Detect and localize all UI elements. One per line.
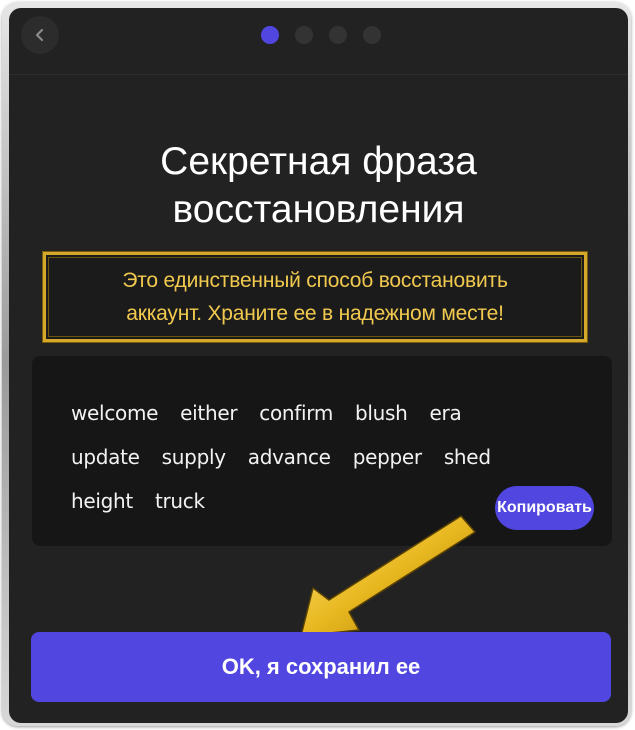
copy-button-label: Копировать — [497, 499, 592, 516]
confirm-saved-label: OK, я сохранил ее — [221, 654, 421, 679]
seed-word: supply — [161, 445, 226, 469]
page-title: Секретная фраза восстановления — [9, 138, 628, 234]
step-dot-1 — [261, 26, 279, 44]
title-line-1: Секретная фраза — [160, 140, 477, 183]
warning-callout: Это единственный способ восстановить акк… — [43, 252, 587, 342]
seed-word: shed — [443, 445, 491, 469]
seed-word: update — [71, 445, 140, 469]
copy-button[interactable]: Копировать — [495, 486, 594, 530]
step-indicator — [261, 26, 381, 44]
warning-text: Это единственный способ восстановить акк… — [122, 264, 508, 330]
seed-word: truck — [154, 489, 205, 513]
step-dot-3 — [329, 26, 347, 44]
seed-word: advance — [247, 445, 331, 469]
title-line-2: восстановления — [172, 188, 465, 231]
app-window: Секретная фраза восстановления Это единс… — [9, 8, 628, 723]
back-button[interactable] — [21, 16, 59, 54]
seed-phrase-panel: welcome either confirm blush era update … — [32, 356, 612, 546]
seed-word: era — [429, 401, 462, 425]
seed-word: welcome — [71, 401, 159, 425]
top-bar — [9, 8, 628, 75]
seed-word: pepper — [352, 445, 422, 469]
seed-word: blush — [355, 401, 408, 425]
seed-word: confirm — [259, 401, 334, 425]
chevron-left-icon — [35, 28, 44, 42]
warning-line-2: аккаунт. Храните ее в надежном месте! — [126, 302, 504, 325]
seed-word: height — [71, 489, 133, 513]
confirm-saved-button[interactable]: OK, я сохранил ее — [31, 632, 611, 702]
seed-word: either — [180, 401, 238, 425]
step-dot-2 — [295, 26, 313, 44]
warning-line-1: Это единственный способ восстановить — [122, 269, 508, 292]
window-frame: Секретная фраза восстановления Это единс… — [2, 2, 631, 726]
step-dot-4 — [363, 26, 381, 44]
